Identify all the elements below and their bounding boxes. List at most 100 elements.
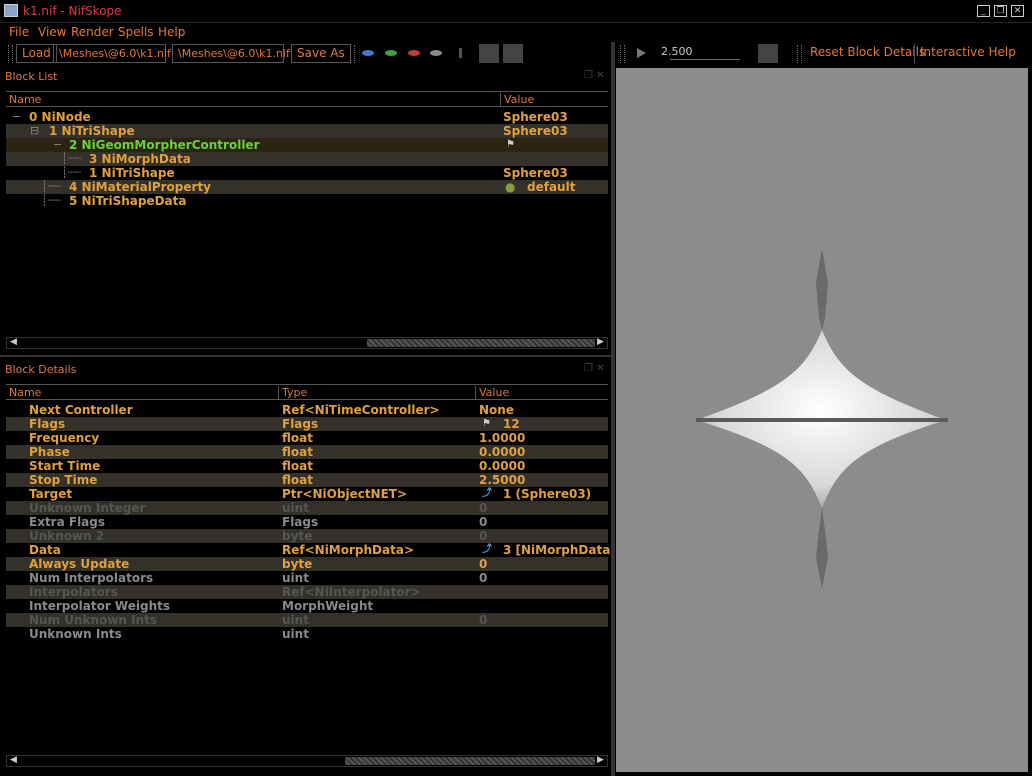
block-details-dock-icon[interactable]: ❐ ✕ xyxy=(584,363,605,374)
block-details-title: Block Details xyxy=(5,363,77,376)
details-col-value[interactable]: Value xyxy=(476,386,608,399)
right-edge xyxy=(1028,42,1032,776)
detail-row[interactable]: Stop Time float 2.5000 xyxy=(6,473,608,487)
scroll-right-icon[interactable]: ▶ xyxy=(597,755,604,765)
load-button[interactable]: Load xyxy=(16,44,57,63)
view-user-icon[interactable] xyxy=(429,47,443,59)
flag-icon: ⚑ xyxy=(506,139,515,150)
detail-row[interactable]: Num Unknown Ints uint 0 xyxy=(6,613,608,627)
detail-row[interactable]: Interpolators Ref<NiInterpolator> xyxy=(6,585,608,599)
viewport-splitter[interactable] xyxy=(611,42,615,776)
scroll-thumb[interactable] xyxy=(367,339,595,347)
scroll-left-icon[interactable]: ◀ xyxy=(10,755,17,765)
toolbar-grip[interactable] xyxy=(8,45,13,63)
interactive-help-button[interactable]: Interactive Help xyxy=(914,44,1021,63)
close-icon[interactable]: ✕ xyxy=(1011,5,1024,17)
detail-name: Unknown 2 xyxy=(29,529,105,543)
restore-icon[interactable]: ❐ xyxy=(994,5,1007,17)
block-details-hscroll[interactable]: ◀ ▶ xyxy=(6,755,608,767)
detail-row[interactable]: Extra Flags Flags 0 xyxy=(6,515,608,529)
detail-row[interactable]: Unknown Ints uint xyxy=(6,627,608,641)
detail-type: float xyxy=(282,459,313,473)
menu-spells[interactable]: Spells xyxy=(118,25,154,39)
block-row-4[interactable]: ┊┈┈ 1 NiTriShape Sphere03 xyxy=(6,166,608,180)
window-title: k1.nif - NifSkope xyxy=(23,4,122,18)
detail-value: 0.0000 xyxy=(479,445,526,459)
detail-row[interactable]: Frequency float 1.0000 xyxy=(6,431,608,445)
block-row-5[interactable]: ┊┈┈ 4 NiMaterialProperty ● default xyxy=(6,180,608,194)
walk-icon[interactable] xyxy=(454,47,468,59)
minimize-icon[interactable]: _ xyxy=(977,5,990,17)
link-icon[interactable]: ⤴ xyxy=(482,487,492,501)
detail-row[interactable]: Start Time float 0.0000 xyxy=(6,459,608,473)
scroll-right-icon[interactable]: ▶ xyxy=(597,337,604,347)
play-icon[interactable] xyxy=(634,47,648,59)
menu-view[interactable]: View xyxy=(38,25,66,39)
detail-type: byte xyxy=(282,557,313,571)
menu-bar: File View Render Spells Help xyxy=(0,23,1032,41)
detail-name: Next Controller xyxy=(29,403,133,417)
perspective-icon[interactable] xyxy=(503,44,523,63)
menu-render[interactable]: Render xyxy=(71,25,114,39)
detail-type: Flags xyxy=(282,515,319,529)
scroll-thumb[interactable] xyxy=(345,757,595,765)
block-list-hscroll[interactable]: ◀ ▶ xyxy=(6,337,608,349)
time-slider[interactable] xyxy=(670,59,740,60)
load-path-field[interactable]: \Meshes\@6.0\k1.nif xyxy=(53,44,171,63)
detail-type: Ref<NiTimeController> xyxy=(282,403,440,417)
detail-name: Target xyxy=(29,487,73,501)
detail-type: byte xyxy=(282,529,313,543)
block-name: 4 NiMaterialProperty xyxy=(69,180,212,194)
block-list-col-value[interactable]: Value xyxy=(501,93,608,106)
toolbar: Load \Meshes\@6.0\k1.nif \Meshes\@6.0\k1… xyxy=(0,42,1032,66)
toolbar-grip-4[interactable] xyxy=(797,45,802,63)
collapse-icon[interactable]: − xyxy=(12,110,21,123)
block-row-3[interactable]: ┊┈┈ 3 NiMorphData xyxy=(6,152,608,166)
detail-row[interactable]: Phase float 0.0000 xyxy=(6,445,608,459)
details-col-type[interactable]: Type xyxy=(279,386,476,399)
render-viewport[interactable] xyxy=(616,68,1028,772)
block-value: Sphere03 xyxy=(503,124,568,138)
save-path-field[interactable]: \Meshes\@6.0\k1.nif xyxy=(172,44,290,63)
detail-name: Stop Time xyxy=(29,473,98,487)
link-icon[interactable]: ⤴ xyxy=(482,543,492,557)
block-list-dock-icon[interactable]: ❐ ✕ xyxy=(584,70,605,81)
reset-block-details-button[interactable]: Reset Block Details xyxy=(805,44,930,63)
block-row-6[interactable]: ┊┈┈ 5 NiTriShapeData xyxy=(6,194,608,208)
flag-icon[interactable]: ⚑ xyxy=(482,417,491,431)
view-side-icon[interactable] xyxy=(407,47,421,59)
detail-row[interactable]: Unknown Integer uint 0 xyxy=(6,501,608,515)
detail-row[interactable]: Flags Flags ⚑ 12 xyxy=(6,417,608,431)
detail-name: Interpolators xyxy=(29,585,118,599)
view-front-icon[interactable] xyxy=(384,47,398,59)
menu-file[interactable]: File xyxy=(9,25,29,39)
block-row-0[interactable]: − 0 NiNode Sphere03 xyxy=(6,110,608,124)
toolbar-grip-2[interactable] xyxy=(350,45,355,63)
panel-splitter[interactable] xyxy=(0,355,612,357)
collapse-icon[interactable]: ⊟ xyxy=(30,124,39,137)
detail-row[interactable]: Interpolator Weights MorphWeight xyxy=(6,599,608,613)
detail-value: 0.0000 xyxy=(479,459,526,473)
detail-row[interactable]: Unknown 2 byte 0 xyxy=(6,529,608,543)
block-row-1[interactable]: ⊟ 1 NiTriShape Sphere03 xyxy=(6,124,608,138)
detail-row[interactable]: Next Controller Ref<NiTimeController> None xyxy=(6,403,608,417)
loop-icon[interactable] xyxy=(758,44,778,63)
toolbar-grip-3[interactable] xyxy=(620,45,625,63)
block-list-col-name[interactable]: Name xyxy=(6,93,501,106)
view-top-icon[interactable] xyxy=(361,47,375,59)
detail-row[interactable]: Target Ptr<NiObjectNET> ⤴ 1 (Sphere03) xyxy=(6,487,608,501)
detail-row[interactable]: Num Interpolators uint 0 xyxy=(6,571,608,585)
detail-value: 0 xyxy=(479,557,488,571)
block-row-2[interactable]: − 2 NiGeomMorpherController ⚑ xyxy=(6,138,608,152)
flip-view-icon[interactable] xyxy=(479,44,499,63)
detail-row[interactable]: Always Update byte 0 xyxy=(6,557,608,571)
detail-value: None xyxy=(479,403,514,417)
scroll-left-icon[interactable]: ◀ xyxy=(10,337,17,347)
detail-row[interactable]: Data Ref<NiMorphData> ⤴ 3 [NiMorphData] xyxy=(6,543,616,557)
save-as-button[interactable]: Save As xyxy=(291,44,351,63)
detail-value: 0 xyxy=(479,501,488,515)
collapse-icon[interactable]: − xyxy=(53,138,62,151)
menu-help[interactable]: Help xyxy=(158,25,185,39)
block-name: 1 NiTriShape xyxy=(49,124,135,138)
details-col-name[interactable]: Name xyxy=(6,386,279,399)
